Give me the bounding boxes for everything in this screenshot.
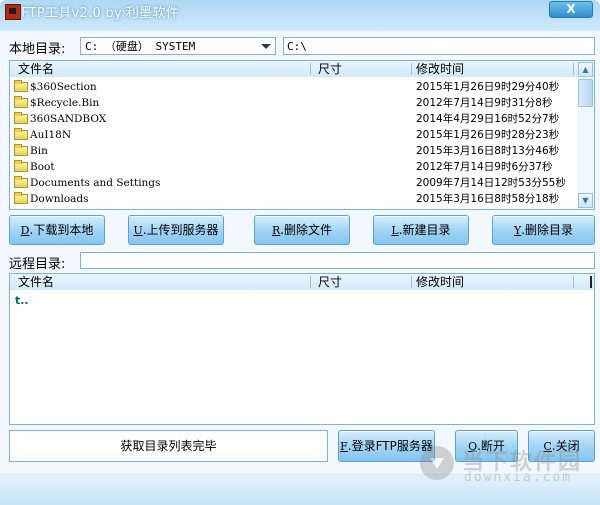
list-item[interactable]: 360SANDBOX 2014年4月29日16时52分7秒 bbox=[10, 111, 594, 127]
list-item[interactable]: Bin 2015年3月16日8时13分46秒 bbox=[10, 143, 594, 159]
bottom-band bbox=[0, 474, 600, 505]
list-item[interactable]: Boot 2012年7月14日9时6分37秒 bbox=[10, 159, 594, 175]
column-divider[interactable] bbox=[411, 276, 412, 288]
list-item[interactable]: Documents and Settings 2009年7月14日12时53分55… bbox=[10, 175, 594, 191]
window-title: FTP工具v2.0 by:利墨软件 bbox=[21, 6, 180, 21]
column-header-size[interactable]: 尺寸 bbox=[318, 61, 342, 77]
ftp-tool-window: FTP工具v2.0 by:利墨软件 X 本地目录: C: （硬盘） SYSTEM… bbox=[0, 0, 600, 505]
column-header-modified[interactable]: 修改时间 bbox=[416, 61, 464, 77]
download-button[interactable]: D.下载到本地 bbox=[9, 215, 105, 245]
column-divider[interactable] bbox=[310, 276, 311, 288]
list-item[interactable]: $360Section 2015年1月26日9时29分40秒 bbox=[10, 79, 594, 95]
local-path-input[interactable]: C:\ bbox=[283, 37, 595, 55]
folder-icon bbox=[14, 160, 28, 172]
upload-button[interactable]: U.上传到服务器 bbox=[128, 215, 224, 245]
app-icon bbox=[5, 4, 21, 20]
login-ftp-button[interactable]: F.登录FTP服务器 bbox=[338, 430, 435, 462]
list-item[interactable]: AuI18N 2015年1月26日9时28分23秒 bbox=[10, 127, 594, 143]
column-header-size[interactable]: 尺寸 bbox=[318, 274, 342, 290]
local-file-list[interactable]: 文件名 尺寸 修改时间 $360Section 2015年1月26日9时29分40… bbox=[9, 60, 595, 210]
column-divider[interactable] bbox=[573, 276, 574, 288]
close-button[interactable]: C.关闭 bbox=[528, 430, 595, 462]
status-text: 获取目录列表完毕 bbox=[9, 430, 328, 462]
disconnect-button[interactable]: Q.断开 bbox=[455, 430, 518, 462]
column-header-modified[interactable]: 修改时间 bbox=[416, 274, 464, 290]
drive-select-value: C: （硬盘） SYSTEM bbox=[85, 40, 196, 53]
remote-dir-label: 远程目录: bbox=[9, 257, 66, 272]
folder-icon bbox=[14, 176, 28, 188]
folder-icon bbox=[14, 144, 28, 156]
remote-path-input[interactable] bbox=[80, 252, 595, 269]
remote-list-header: 文件名 尺寸 修改时间 bbox=[10, 274, 594, 290]
column-divider[interactable] bbox=[573, 63, 574, 75]
scroll-up-icon[interactable]: ▲ bbox=[578, 62, 593, 77]
remote-file-list[interactable]: 文件名 尺寸 修改时间 t.. bbox=[9, 273, 595, 425]
vertical-scrollbar[interactable]: ▲ ▼ bbox=[578, 62, 593, 208]
window-close-button[interactable]: X bbox=[549, 1, 593, 18]
list-item[interactable]: Downloads 2015年3月16日8时58分18秒 bbox=[10, 191, 594, 207]
folder-icon bbox=[14, 128, 28, 140]
scroll-down-icon[interactable]: ▼ bbox=[578, 193, 593, 208]
column-divider[interactable] bbox=[590, 276, 592, 288]
folder-icon bbox=[14, 80, 28, 92]
column-header-name[interactable]: 文件名 bbox=[18, 61, 54, 77]
scrollbar-thumb[interactable] bbox=[578, 79, 593, 107]
folder-icon bbox=[14, 192, 28, 204]
column-divider[interactable] bbox=[411, 63, 412, 75]
column-header-name[interactable]: 文件名 bbox=[18, 274, 54, 290]
title-bar[interactable]: FTP工具v2.0 by:利墨软件 X bbox=[0, 0, 600, 30]
local-list-header: 文件名 尺寸 修改时间 bbox=[10, 61, 594, 77]
column-divider[interactable] bbox=[310, 63, 311, 75]
chevron-down-icon[interactable] bbox=[261, 44, 271, 49]
list-item[interactable]: $Recycle.Bin 2012年7月14日9时31分8秒 bbox=[10, 95, 594, 111]
parent-directory-item[interactable]: t.. bbox=[15, 294, 29, 307]
delete-directory-button[interactable]: Y.删除目录 bbox=[492, 215, 595, 245]
local-dir-label: 本地目录: bbox=[9, 42, 66, 57]
drive-select[interactable]: C: （硬盘） SYSTEM bbox=[80, 37, 276, 55]
folder-icon bbox=[14, 96, 28, 108]
delete-file-button[interactable]: R.删除文件 bbox=[254, 215, 350, 245]
folder-icon bbox=[14, 112, 28, 124]
new-directory-button[interactable]: L.新建目录 bbox=[373, 215, 469, 245]
